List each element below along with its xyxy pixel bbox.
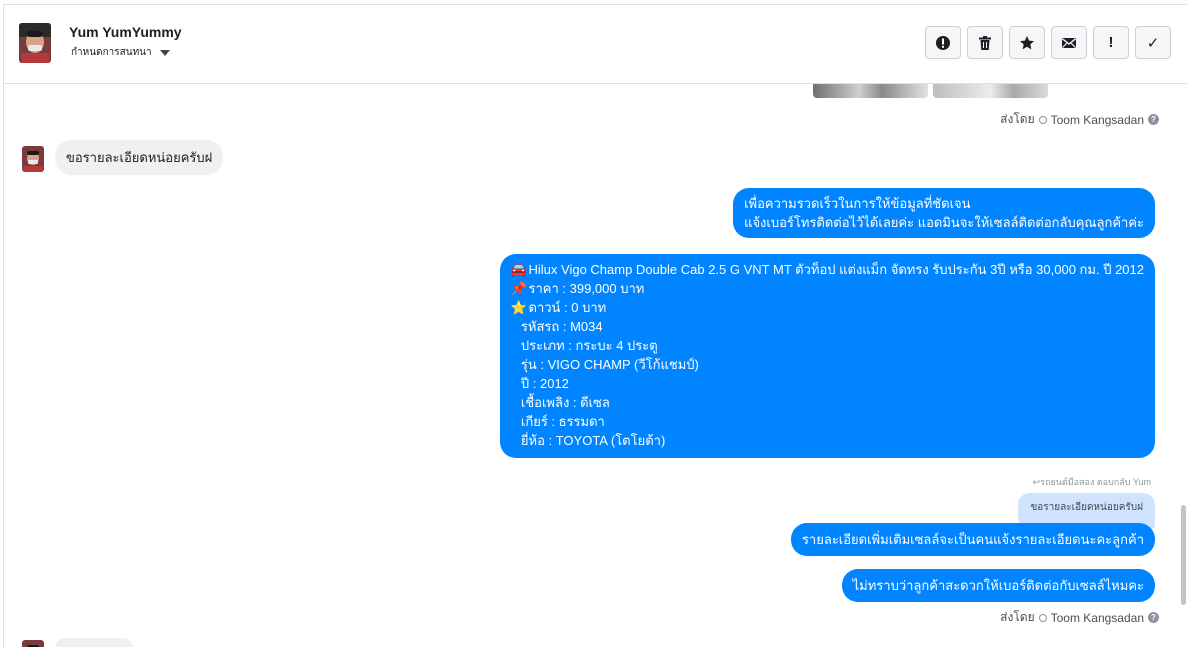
message-line: เพื่อความรวดเร็วในการให้ข้อมูลที่ชัดเจน bbox=[744, 196, 971, 211]
header-toolbar: ! ✓ bbox=[925, 26, 1171, 59]
car-emoji-icon: 🚘 bbox=[510, 262, 528, 277]
conversation-label-text: กำหนดการสนทนา bbox=[71, 47, 152, 58]
car-year-line: ปี : 2012 bbox=[520, 376, 569, 391]
star-button[interactable] bbox=[1009, 26, 1045, 59]
car-code-line: รหัสรถ : M034 bbox=[520, 319, 603, 334]
sent-by-label: ส่งโดย Toom Kangsadan ? bbox=[1000, 608, 1159, 627]
avatar-photo bbox=[19, 23, 51, 63]
car-fuel-line: เชื้อเพลิง : ดีเซล bbox=[520, 395, 610, 410]
price-line: 📌 ราคา : 399,000 บาท bbox=[510, 281, 645, 296]
outgoing-message[interactable]: เพื่อความรวดเร็วในการให้ข้อมูลที่ชัดเจน … bbox=[733, 188, 1155, 238]
attachment-image[interactable] bbox=[933, 84, 1048, 98]
caret-down-icon bbox=[159, 49, 170, 56]
message-line: แจ้งเบอร์โทรติดต่อไว้ได้เลยค่ะ แอดมินจะใ… bbox=[744, 215, 1144, 230]
car-gear-line: เกียร์ : ธรรมดา bbox=[520, 414, 605, 429]
outgoing-message[interactable]: รายละเอียดเพิ่มเติมเซลล์จะเป็นคนแจ้งรายล… bbox=[790, 523, 1155, 556]
trash-icon bbox=[979, 35, 991, 50]
car-title-line: 🚘 Hilux Vigo Champ Double Cab 2.5 G VNT … bbox=[510, 262, 1144, 277]
car-type-line: ประเภท : กระบะ 4 ประตู bbox=[520, 338, 658, 353]
check-icon: ✓ bbox=[1146, 34, 1160, 52]
incoming-message-partial[interactable] bbox=[55, 638, 133, 647]
important-button[interactable]: ! bbox=[1093, 26, 1129, 59]
sender-avatar[interactable] bbox=[22, 640, 44, 647]
help-icon[interactable]: ? bbox=[1148, 114, 1159, 125]
exclamation-icon: ! bbox=[1108, 34, 1114, 51]
sent-by-prefix: ส่งโดย bbox=[1000, 610, 1035, 624]
alert-circle-icon bbox=[936, 35, 950, 50]
delete-button[interactable] bbox=[967, 26, 1003, 59]
sent-by-agent: Toom Kangsadan bbox=[1050, 610, 1144, 625]
star-emoji-icon: ⭐ bbox=[510, 300, 528, 315]
contact-avatar[interactable] bbox=[19, 23, 51, 63]
down-payment-line: ⭐ ดาวน์ : 0 บาท bbox=[510, 300, 607, 315]
star-icon bbox=[1020, 35, 1034, 49]
avatar-photo bbox=[22, 146, 44, 172]
help-icon[interactable]: ? bbox=[1148, 612, 1159, 623]
incoming-message[interactable]: ขอรายละเอียดหน่อยครับฝ bbox=[55, 140, 224, 175]
sent-by-agent: Toom Kangsadan bbox=[1050, 112, 1144, 127]
spam-button[interactable] bbox=[925, 26, 961, 59]
reply-label: ↩รถยนต์มือสอง ตอบกลับ Yum bbox=[1032, 477, 1151, 487]
car-brand-line: ยี่ห้อ : TOYOTA (โตโยต้า) bbox=[520, 433, 666, 448]
car-model-line: รุ่น : VIGO CHAMP (วีโก้แชมป์) bbox=[520, 357, 699, 372]
done-button[interactable]: ✓ bbox=[1135, 26, 1171, 59]
outgoing-car-details-message[interactable]: 🚘 Hilux Vigo Champ Double Cab 2.5 G VNT … bbox=[499, 254, 1155, 458]
envelope-icon bbox=[1062, 37, 1076, 48]
message-thread[interactable]: ส่งโดย Toom Kangsadan ? ขอรายละเอียดหน่อ… bbox=[4, 84, 1179, 647]
contact-name[interactable]: Yum YumYummy bbox=[69, 24, 182, 40]
agent-dot-icon bbox=[1038, 115, 1047, 124]
sent-by-prefix: ส่งโดย bbox=[1000, 112, 1035, 126]
scrollbar-thumb[interactable] bbox=[1181, 505, 1186, 605]
attachment-image[interactable] bbox=[813, 84, 928, 98]
sender-avatar[interactable] bbox=[22, 146, 44, 172]
pin-emoji-icon: 📌 bbox=[510, 281, 528, 296]
conversation-label-dropdown[interactable]: กำหนดการสนทนา bbox=[71, 45, 170, 60]
outgoing-message[interactable]: ไม่ทราบว่าลูกค้าสะดวกให้เบอร์ติดต่อกับเซ… bbox=[841, 569, 1155, 602]
sent-by-label: ส่งโดย Toom Kangsadan ? bbox=[1000, 110, 1159, 129]
thread-scrollbar[interactable] bbox=[1179, 84, 1187, 647]
mark-unread-button[interactable] bbox=[1051, 26, 1087, 59]
conversation-header: Yum YumYummy กำหนดการสนทนา ! ✓ bbox=[4, 5, 1187, 84]
avatar-photo bbox=[22, 640, 44, 647]
agent-dot-icon bbox=[1038, 613, 1047, 622]
